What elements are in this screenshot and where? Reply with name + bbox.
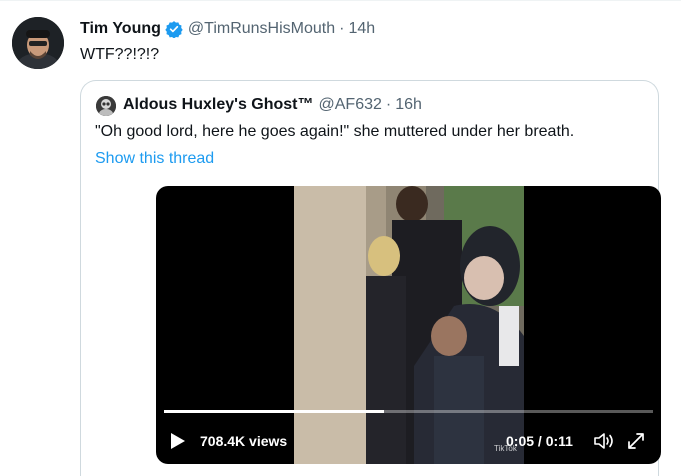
quoted-tweet-timestamp[interactable]: 16h (395, 96, 422, 114)
header-separator: · (339, 20, 345, 37)
author-handle[interactable]: @TimRunsHisMouth (188, 20, 335, 38)
quoted-author-handle[interactable]: @AF632 (319, 96, 382, 114)
video-progress-fill (164, 410, 385, 413)
author-name[interactable]: Tim Young (80, 20, 161, 38)
quoted-tweet-header: Aldous Huxley's Ghost™ @AF632 · 16h (123, 96, 422, 114)
video-progress-bar[interactable] (164, 410, 653, 413)
quoted-header-separator: · (385, 96, 392, 113)
volume-icon[interactable] (593, 431, 615, 451)
avatar-image (12, 17, 64, 69)
tweet-text: WTF??!?!? (80, 46, 160, 63)
quoted-author-name[interactable]: Aldous Huxley's Ghost™ (123, 96, 314, 114)
top-divider (0, 0, 681, 1)
play-icon[interactable] (170, 432, 186, 450)
video-player[interactable]: 708.4K views TikTok 0:05 / 0:11 (156, 186, 661, 464)
author-avatar[interactable] (12, 17, 64, 69)
tweet-header: Tim Young @TimRunsHisMouth · 14h (80, 20, 375, 38)
fullscreen-icon[interactable] (626, 431, 646, 451)
tweet-timestamp[interactable]: 14h (348, 20, 375, 38)
quoted-tweet[interactable]: Aldous Huxley's Ghost™ @AF632 · 16h "Oh … (80, 80, 661, 476)
video-timecode: 0:05 / 0:11 (506, 433, 573, 449)
quoted-tweet-text: "Oh good lord, here he goes again!" she … (95, 123, 575, 140)
quoted-author-avatar[interactable] (96, 96, 116, 116)
quoted-avatar-image (96, 96, 116, 116)
show-thread-link[interactable]: Show this thread (95, 150, 214, 168)
view-count: 708.4K views (200, 433, 288, 449)
video-frame (294, 186, 524, 464)
verified-badge-icon (165, 21, 183, 38)
